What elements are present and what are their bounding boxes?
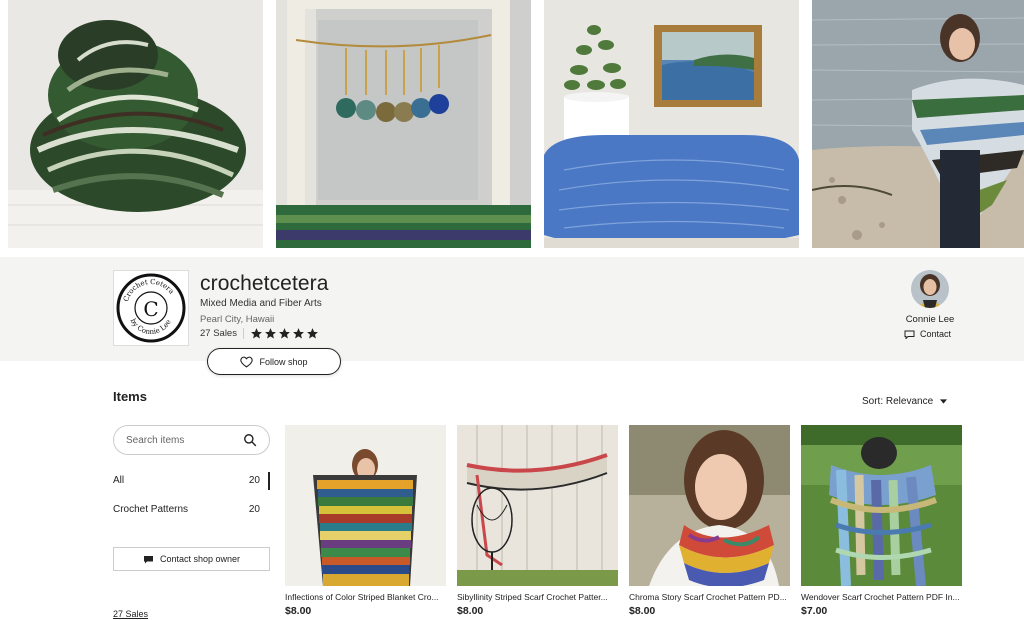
listing-card[interactable]: Wendover Scarf Crochet Pattern PDF In...… (801, 425, 962, 617)
follow-shop-label: Follow shop (259, 356, 308, 367)
woman-shawl-beach-image (812, 0, 1024, 248)
shop-name: crochetcetera (200, 272, 329, 295)
shop-logo[interactable]: C Crochet Cetera by Connie Lee (113, 270, 189, 346)
listing-title[interactable]: Wendover Scarf Crochet Pattern PDF In... (801, 592, 962, 602)
contact-shop-owner-button[interactable]: Contact shop owner (113, 547, 270, 571)
listing-title[interactable]: Sibyllinity Striped Scarf Crochet Patter… (457, 592, 618, 602)
shop-sales-rating: 27 Sales (200, 327, 319, 340)
listing-title[interactable]: Chroma Story Scarf Crochet Pattern PD... (629, 592, 790, 602)
category-label: Crochet Patterns (113, 504, 189, 515)
listing-image[interactable] (457, 425, 618, 586)
listing-price: $7.00 (801, 605, 828, 617)
star-icon (279, 328, 290, 339)
listing-price: $8.00 (457, 605, 484, 617)
search-input[interactable] (126, 434, 226, 446)
shop-location: Pearl City, Hawaii (200, 314, 275, 325)
sales-link[interactable]: 27 Sales (113, 609, 148, 619)
search-box[interactable] (113, 425, 270, 455)
star-icon (251, 328, 262, 339)
listing-image[interactable] (801, 425, 962, 586)
category-count: 20 (248, 504, 260, 515)
shop-logo-image: C Crochet Cetera by Connie Lee (116, 273, 186, 343)
shop-owner[interactable]: Connie Lee (898, 270, 962, 325)
search-icon[interactable] (243, 433, 257, 447)
category-crochet-patterns[interactable]: Crochet Patterns 20 (113, 504, 270, 515)
heart-icon (240, 356, 254, 368)
listing-title[interactable]: Inflections of Color Striped Blanket Cro… (285, 592, 446, 602)
shop-banner (0, 0, 1024, 257)
listing-image[interactable] (285, 425, 446, 586)
caret-down-icon (940, 399, 948, 404)
listing-price: $8.00 (285, 605, 312, 617)
avatar[interactable] (911, 270, 949, 308)
svg-text:C: C (143, 297, 158, 321)
sort-dropdown[interactable]: Sort: Relevance (862, 396, 948, 407)
sort-label: Sort: Relevance (862, 396, 934, 407)
listing-price: $8.00 (629, 605, 656, 617)
listing-image[interactable] (629, 425, 790, 586)
star-icon (265, 328, 276, 339)
message-icon (143, 555, 153, 563)
message-icon (904, 330, 915, 339)
follow-shop-button[interactable]: Follow shop (207, 348, 341, 375)
items-heading: Items (113, 389, 147, 404)
divider (242, 328, 244, 339)
listing-card[interactable]: Sibyllinity Striped Scarf Crochet Patter… (457, 425, 618, 617)
selected-indicator (268, 472, 270, 490)
category-label: All (113, 475, 125, 486)
listing-card[interactable]: Inflections of Color Striped Blanket Cro… (285, 425, 446, 617)
owner-name[interactable]: Connie Lee (898, 314, 962, 325)
yarn-skein-image (8, 0, 263, 248)
star-icon (293, 328, 304, 339)
shop-sales-count[interactable]: 27 Sales (200, 328, 237, 339)
category-count: 20 (248, 475, 260, 486)
shop-tagline: Mixed Media and Fiber Arts (200, 298, 322, 309)
listing-card[interactable]: Chroma Story Scarf Crochet Pattern PD...… (629, 425, 790, 617)
doily-plant-image (544, 0, 799, 248)
contact-shop-owner-label: Contact shop owner (159, 554, 241, 564)
stitch-markers-frame-image (276, 0, 531, 248)
star-icon (307, 328, 318, 339)
category-all[interactable]: All 20 (113, 475, 270, 486)
contact-label: Contact (920, 329, 952, 339)
contact-owner-link[interactable]: Contact (904, 329, 951, 339)
star-rating[interactable] (250, 327, 319, 340)
